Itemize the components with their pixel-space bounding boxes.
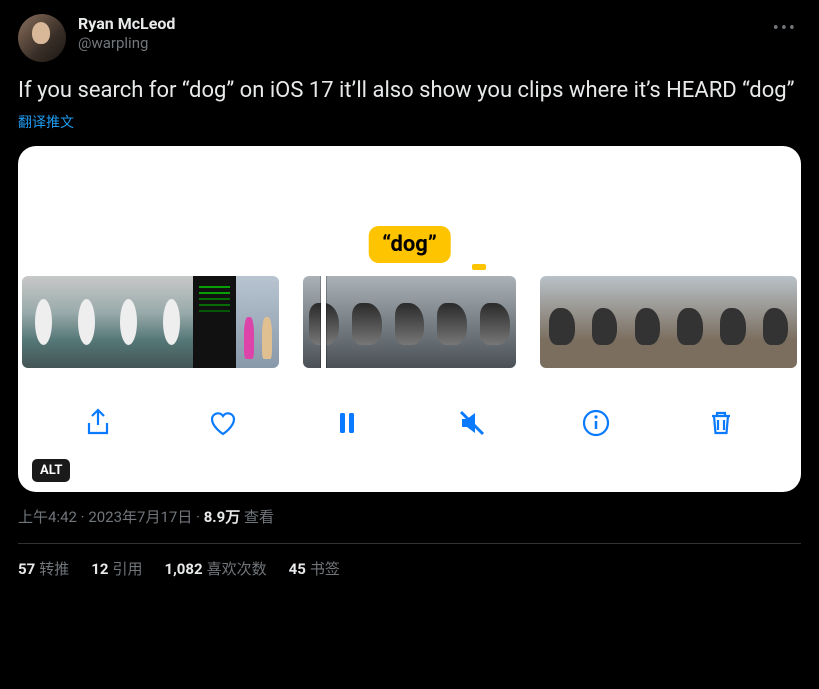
pause-button[interactable] [327, 405, 367, 445]
timeline-frame [669, 276, 712, 368]
tweet-date: 2023年7月17日 [88, 508, 192, 526]
alt-badge[interactable]: ALT [32, 459, 70, 482]
pause-icon [331, 407, 363, 443]
more-options-button[interactable]: ••• [769, 14, 801, 43]
timeline-frame [540, 276, 583, 368]
favorite-button[interactable] [203, 405, 243, 445]
video-timeline[interactable] [18, 276, 801, 368]
clip-group[interactable] [303, 276, 517, 368]
timeline-frame [236, 276, 279, 368]
info-button[interactable] [576, 405, 616, 445]
info-icon [580, 407, 612, 443]
share-button[interactable] [78, 405, 118, 445]
timeline-frame [388, 276, 431, 368]
display-name: Ryan McLeod [78, 14, 175, 34]
translate-link[interactable]: 翻译推文 [18, 112, 74, 132]
timeline-frame [754, 276, 797, 368]
view-count: 8.9万 [204, 508, 241, 526]
clip-group[interactable] [540, 276, 797, 368]
avatar[interactable] [18, 14, 66, 62]
speaker-muted-icon [456, 407, 488, 443]
mute-button[interactable] [452, 405, 492, 445]
tweet-container: Ryan McLeod @warpling ••• If you search … [0, 0, 819, 593]
timeline-frame [22, 276, 65, 368]
tweet-header: Ryan McLeod @warpling ••• [18, 14, 801, 62]
timeline-frame [345, 276, 388, 368]
timeline-frame [474, 276, 517, 368]
timeline-frame [583, 276, 626, 368]
media-attachment[interactable]: “dog” [18, 146, 801, 492]
share-icon [82, 407, 114, 443]
user-info[interactable]: Ryan McLeod @warpling [78, 14, 175, 53]
caption-bubble: “dog” [368, 226, 451, 263]
timeline-frame [711, 276, 754, 368]
playhead[interactable] [321, 276, 326, 368]
timeline-frame [626, 276, 669, 368]
timeline-frame [193, 276, 236, 368]
timeline-frame [431, 276, 474, 368]
likes-stat[interactable]: 1,082喜欢次数 [164, 558, 266, 579]
bookmarks-stat[interactable]: 45书签 [289, 558, 340, 579]
tweet-meta[interactable]: 上午4:42 · 2023年7月17日 · 8.9万 查看 [18, 506, 801, 527]
timeline-frame [150, 276, 193, 368]
trash-icon [705, 407, 737, 443]
heart-icon [207, 407, 239, 443]
engagement-stats: 57转推 12引用 1,082喜欢次数 45书签 [18, 544, 801, 593]
caption-marker [472, 264, 486, 270]
timeline-frame [108, 276, 151, 368]
media-toolbar [18, 396, 801, 454]
delete-button[interactable] [701, 405, 741, 445]
tweet-text: If you search for “dog” on iOS 17 it’ll … [18, 76, 801, 106]
timeline-frame [65, 276, 108, 368]
clip-group[interactable] [22, 276, 279, 368]
quotes-stat[interactable]: 12引用 [91, 558, 142, 579]
tweet-time: 上午4:42 [18, 508, 77, 526]
view-label: 查看 [240, 508, 274, 526]
retweets-stat[interactable]: 57转推 [18, 558, 69, 579]
user-handle: @warpling [78, 34, 175, 53]
